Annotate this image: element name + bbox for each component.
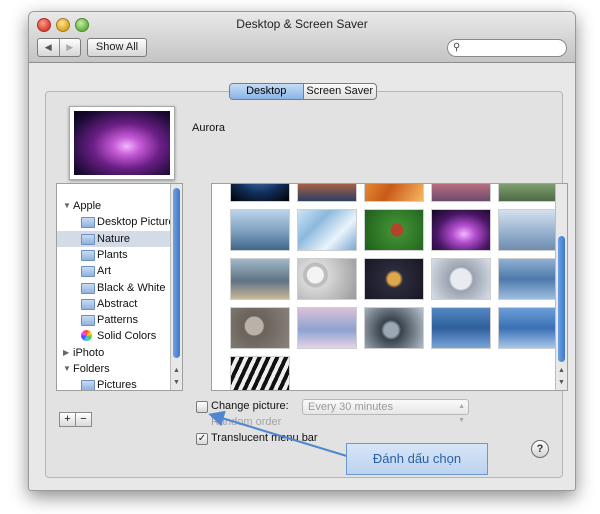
source-list-scrollbar[interactable]: ▲ ▼ <box>170 184 182 390</box>
snow-leopard-thumb[interactable] <box>431 258 491 300</box>
change-picture-label: Change picture: <box>211 400 289 412</box>
tab-desktop[interactable]: Desktop <box>230 84 304 99</box>
folder-icon <box>81 380 95 390</box>
source-item-label: Folders <box>73 363 110 375</box>
zebra-thumb[interactable] <box>230 356 290 390</box>
back-button[interactable]: ◀ <box>38 39 59 56</box>
ocean-blue-thumb[interactable] <box>498 307 558 349</box>
preview-image <box>74 111 170 175</box>
folder-icon <box>81 217 95 229</box>
picture-grid: ▲ ▼ <box>211 183 568 391</box>
folder-icon <box>81 298 95 310</box>
translucent-menu-bar-checkbox[interactable]: ✓ <box>196 433 208 445</box>
interval-value: Every 30 minutes <box>308 401 393 413</box>
picture-grid-scroll-thumb[interactable] <box>558 236 565 362</box>
tab-control: Desktop Screen Saver <box>229 83 377 100</box>
change-picture-checkbox[interactable] <box>196 401 208 413</box>
search-field[interactable]: ⚲ <box>447 39 567 57</box>
desktop-preview <box>69 106 175 180</box>
search-input[interactable] <box>466 41 564 55</box>
source-item[interactable]: ▼ Apple <box>57 198 170 214</box>
source-list-scroll-thumb[interactable] <box>173 188 180 358</box>
source-item[interactable]: Solid Colors <box>57 328 170 344</box>
translucent-menu-bar-label: Translucent menu bar <box>211 432 318 444</box>
source-item[interactable]: Patterns <box>57 312 170 328</box>
tab-screen-saver[interactable]: Screen Saver <box>304 84 377 99</box>
source-item-label: Patterns <box>97 314 138 327</box>
show-all-button[interactable]: Show All <box>87 38 147 57</box>
folder-icon <box>81 233 95 245</box>
source-item[interactable]: Plants <box>57 247 170 263</box>
disclosure-open-icon[interactable]: ▼ <box>63 198 71 214</box>
folder-icon <box>81 282 95 294</box>
leopard-thumb[interactable] <box>364 258 424 300</box>
beach-thumb[interactable] <box>230 258 290 300</box>
title-bar: Desktop & Screen Saver ◀ ▶ Show All ⚲ <box>29 12 575 63</box>
source-item[interactable]: Black & White <box>57 280 170 296</box>
desktop-screensaver-window: Desktop & Screen Saver ◀ ▶ Show All ⚲ De… <box>28 11 576 491</box>
fuji-thumb[interactable] <box>297 307 357 349</box>
source-list: ▼ Apple Desktop Pictures Nature Plants Art Bla… <box>56 183 183 391</box>
ladybug-thumb[interactable] <box>364 209 424 251</box>
source-item-label: Black & White <box>97 281 166 294</box>
dark-rocks-thumb[interactable] <box>364 307 424 349</box>
source-item[interactable]: ▼ Folders <box>57 361 170 377</box>
picture-grid-scrollbar[interactable]: ▲ ▼ <box>555 184 567 390</box>
source-item[interactable]: Desktop Pictures <box>57 214 180 230</box>
source-item-label: Desktop Pictures <box>97 216 181 229</box>
aurora-thumb[interactable] <box>431 209 491 251</box>
disclosure-open-icon[interactable]: ▼ <box>63 361 71 377</box>
search-icon: ⚲ <box>453 42 461 53</box>
remove-folder-button[interactable]: − <box>75 412 92 427</box>
disclosure-closed-icon[interactable]: ▶ <box>63 345 69 361</box>
hills-thumb[interactable] <box>498 184 558 202</box>
blue-waves-thumb[interactable] <box>498 258 558 300</box>
folder-icon <box>81 249 95 261</box>
frost-thumb[interactable] <box>297 209 357 251</box>
source-item[interactable]: Art <box>57 263 170 279</box>
folder-icon <box>81 266 95 278</box>
source-item-label: iPhoto <box>73 346 105 359</box>
pebbles-thumb[interactable] <box>297 258 357 300</box>
random-order-label: Random order <box>211 416 282 428</box>
scroll-up-arrow[interactable]: ▲ <box>556 366 567 376</box>
annotation-callout: Đánh dấu chọn <box>346 443 488 475</box>
scroll-up-arrow[interactable]: ▲ <box>171 366 182 376</box>
blue-horizon-thumb[interactable] <box>230 209 290 251</box>
orange-dunes-thumb[interactable] <box>364 184 424 202</box>
stones-thumb[interactable] <box>230 307 290 349</box>
source-item-label: Solid Colors <box>97 330 157 343</box>
source-item-label: Pictures <box>97 379 137 391</box>
color-wheel-icon <box>81 330 92 342</box>
scroll-down-arrow[interactable]: ▼ <box>556 378 567 388</box>
pink-sky-thumb[interactable] <box>431 184 491 202</box>
source-item-label: Apple <box>73 200 102 212</box>
forward-button[interactable]: ▶ <box>58 39 81 56</box>
source-item-label: Art <box>97 265 112 278</box>
source-item-label: Nature <box>97 232 131 245</box>
water-ripple-thumb[interactable] <box>431 307 491 349</box>
source-item[interactable]: Pictures <box>57 377 170 391</box>
scroll-down-arrow[interactable]: ▼ <box>171 378 182 388</box>
earth-thumb[interactable] <box>230 184 290 202</box>
source-item-label: Abstract <box>97 297 138 310</box>
interval-popup[interactable]: Every 30 minutes ▲ ▼ <box>302 399 469 424</box>
help-button[interactable]: ? <box>531 440 549 458</box>
source-item[interactable]: Nature <box>57 230 170 247</box>
sunset-ocean-thumb[interactable] <box>297 184 357 202</box>
source-item[interactable]: ▶ iPhoto <box>57 345 170 361</box>
window-title: Desktop & Screen Saver <box>236 17 368 31</box>
source-item-label: Plants <box>97 248 128 261</box>
picture-name: Aurora <box>192 122 226 134</box>
source-item[interactable]: Abstract <box>57 296 170 312</box>
back-forward-control: ◀ ▶ <box>37 38 81 57</box>
misty-lake-thumb[interactable] <box>498 209 558 251</box>
add-folder-button[interactable]: + <box>59 412 76 427</box>
folder-icon <box>81 315 95 327</box>
popup-arrows-icon: ▲ ▼ <box>458 403 465 424</box>
